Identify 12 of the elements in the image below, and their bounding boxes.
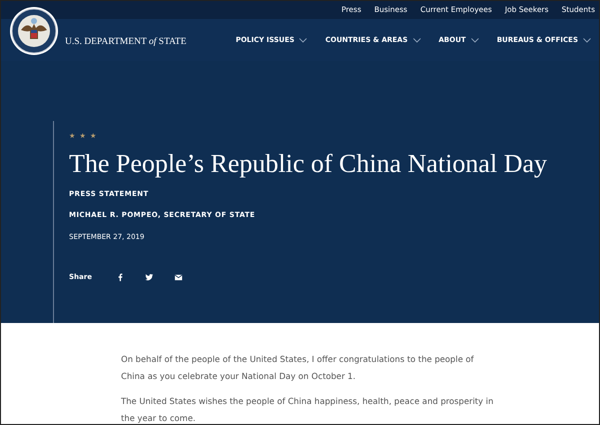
chevron-down-icon bbox=[299, 38, 308, 42]
facebook-icon[interactable] bbox=[116, 273, 125, 282]
site-logo-text[interactable]: U.S. DEPARTMENT of STATE bbox=[65, 34, 186, 50]
twitter-bird-icon[interactable] bbox=[144, 273, 154, 282]
chevron-down-icon bbox=[470, 38, 479, 42]
email-icon[interactable] bbox=[174, 273, 183, 282]
seal-icon[interactable] bbox=[9, 6, 59, 56]
chevron-down-icon bbox=[583, 38, 591, 42]
paragraph: On behalf of the people of the United States, I offer congratulations to the people of China as you celebrate your National Day on October 1. bbox=[121, 353, 475, 383]
paragraph: The United States wishes the people of China happiness, health, peace and prosperity in the year to come. bbox=[121, 395, 494, 424]
page-title: The People’s Republic of China National Day bbox=[69, 149, 548, 179]
chevron-down-icon bbox=[412, 38, 421, 42]
